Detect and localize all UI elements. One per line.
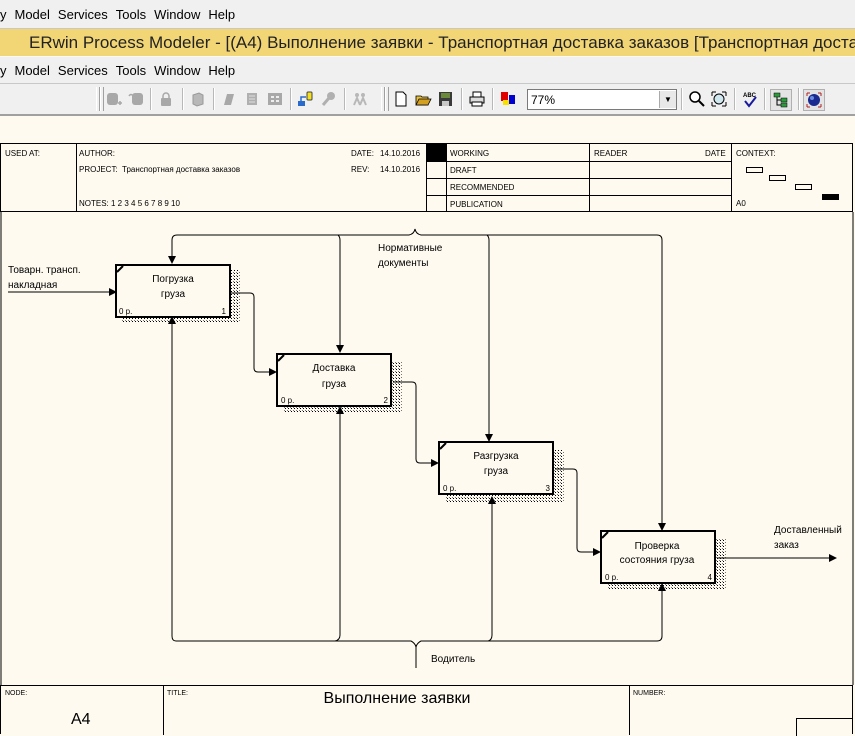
number-label: NUMBER: (633, 690, 666, 697)
activity-3-line1: Разгрузка (473, 451, 519, 462)
activity-4-cost: 0 р. (605, 573, 618, 582)
diagram-title: Выполнение заявки (323, 690, 471, 707)
control-label-line1: Нормативные (378, 243, 443, 254)
activity-3-number: 3 (546, 484, 551, 493)
node-value: A4 (71, 711, 91, 728)
node-label: NODE: (5, 690, 28, 697)
activity-2-line1: Доставка (313, 363, 356, 374)
activity-1-number: 1 (222, 307, 227, 316)
activity-2-number: 2 (384, 396, 389, 405)
activity-3-cost: 0 р. (443, 484, 456, 493)
control-label-line2: документы (378, 258, 429, 269)
activity-2-line2: груза (322, 379, 347, 390)
title-cell: TITLE: Выполнение заявки (164, 686, 630, 735)
mechanism-arrow[interactable] (168, 316, 666, 668)
activity-2-cost: 0 р. (281, 396, 294, 405)
diagram-footer: NODE: A4 TITLE: Выполнение заявки NUMBER… (0, 685, 853, 736)
input-label-line1: Товарн. трансп. (8, 265, 81, 276)
activity-4-line1: Проверка (635, 541, 680, 552)
activity-1-cost: 0 р. (119, 307, 132, 316)
output-label-line1: Доставленный (774, 525, 842, 536)
activity-1-line2: груза (161, 289, 186, 300)
activity-3-line2: груза (484, 466, 509, 477)
idef0-diagram: Погрузка груза 0 р. 1 Доставка груза 0 р… (0, 212, 854, 685)
activity-1-line1: Погрузка (152, 274, 194, 285)
output-label-line2: заказ (774, 540, 799, 551)
node-cell: NODE: A4 (1, 686, 164, 735)
activity-4-number: 4 (708, 573, 713, 582)
mechanism-label: Водитель (431, 654, 475, 665)
activity-4-line2: состояния груза (620, 555, 695, 566)
page-number-box (796, 718, 853, 736)
input-label-line2: накладная (8, 280, 57, 291)
number-cell: NUMBER: (630, 686, 853, 736)
control-arrow[interactable] (168, 228, 666, 531)
